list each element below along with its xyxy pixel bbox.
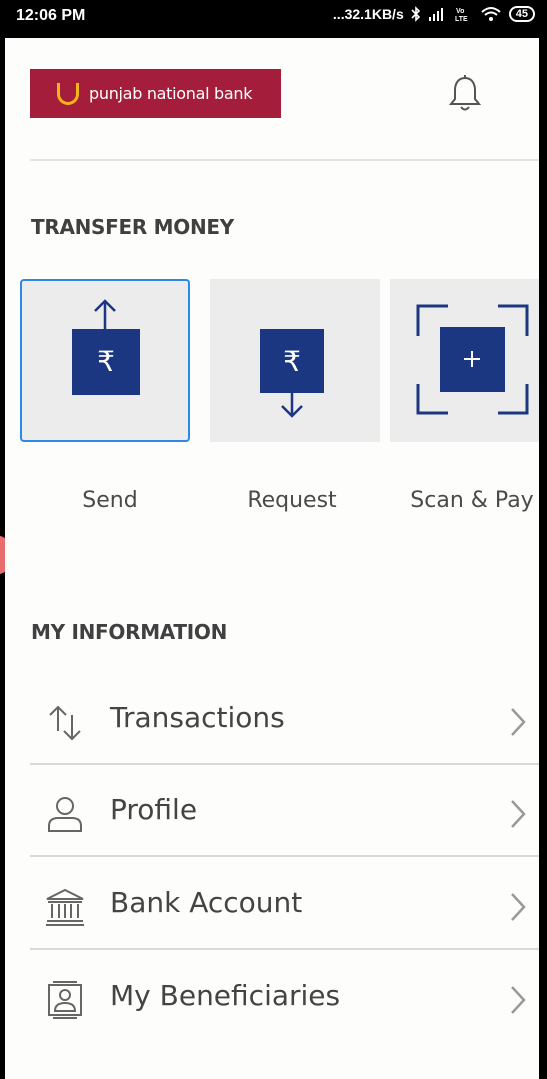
request-label[interactable]: Request — [202, 488, 382, 513]
list-item-profile[interactable]: Profile — [30, 765, 539, 857]
app-screen: punjab national bank TRANSFER MONEY ₹ ₹ — [5, 38, 539, 1079]
send-tile[interactable]: ₹ — [20, 279, 190, 442]
list-item-transactions[interactable]: Transactions — [30, 673, 539, 765]
chevron-right-icon — [511, 986, 526, 1014]
scan-pay-tile[interactable] — [390, 279, 539, 442]
scan-pay-label[interactable]: Scan & Pay — [382, 488, 539, 513]
transactions-label: Transactions — [110, 701, 285, 734]
profile-label: Profile — [110, 793, 198, 826]
send-money-icon: ₹ — [72, 299, 140, 395]
my-beneficiaries-label: My Beneficiaries — [110, 979, 341, 1012]
list-item-my-beneficiaries[interactable]: My Beneficiaries — [30, 951, 539, 1043]
chevron-right-icon — [511, 708, 526, 736]
transfer-money-title: TRANSFER MONEY — [31, 215, 234, 239]
wifi-icon — [481, 7, 501, 21]
status-icons: ...32.1KB/s Vo LTE 45 — [333, 6, 535, 22]
svg-text:Vo: Vo — [456, 8, 464, 15]
bell-icon[interactable] — [447, 73, 483, 113]
status-time: 12:06 PM — [16, 7, 86, 24]
divider — [30, 948, 539, 950]
pnb-logo: punjab national bank — [30, 69, 281, 118]
logo-text: punjab national bank — [89, 84, 253, 103]
volte-icon: VoLTE — [455, 8, 468, 22]
status-bar: 12:06 PM ...32.1KB/s Vo LTE 45 — [0, 0, 547, 33]
request-money-icon: ₹ — [260, 329, 324, 418]
chevron-right-icon — [511, 800, 526, 828]
header-divider — [30, 159, 539, 161]
scan-pay-icon — [416, 304, 529, 415]
bluetooth-icon — [411, 6, 420, 22]
profile-icon — [48, 797, 82, 832]
bank-account-label: Bank Account — [110, 886, 303, 919]
battery-icon: 45 — [508, 6, 535, 22]
svg-text:LTE: LTE — [455, 16, 468, 22]
pnb-logo-mark — [57, 82, 79, 105]
signal-icon — [428, 8, 443, 21]
send-label[interactable]: Send — [20, 488, 200, 513]
request-tile[interactable]: ₹ — [210, 279, 380, 442]
network-speed: ...32.1KB/s — [332, 6, 404, 22]
chevron-right-icon — [511, 893, 526, 921]
svg-text:₹: ₹ — [283, 345, 301, 378]
divider — [30, 855, 539, 857]
list-item-bank-account[interactable]: Bank Account — [30, 858, 539, 950]
my-information-title: MY INFORMATION — [31, 620, 228, 644]
bank-icon — [46, 888, 84, 926]
transactions-icon — [49, 705, 81, 741]
svg-text:₹: ₹ — [97, 345, 115, 378]
beneficiaries-icon — [48, 981, 82, 1019]
